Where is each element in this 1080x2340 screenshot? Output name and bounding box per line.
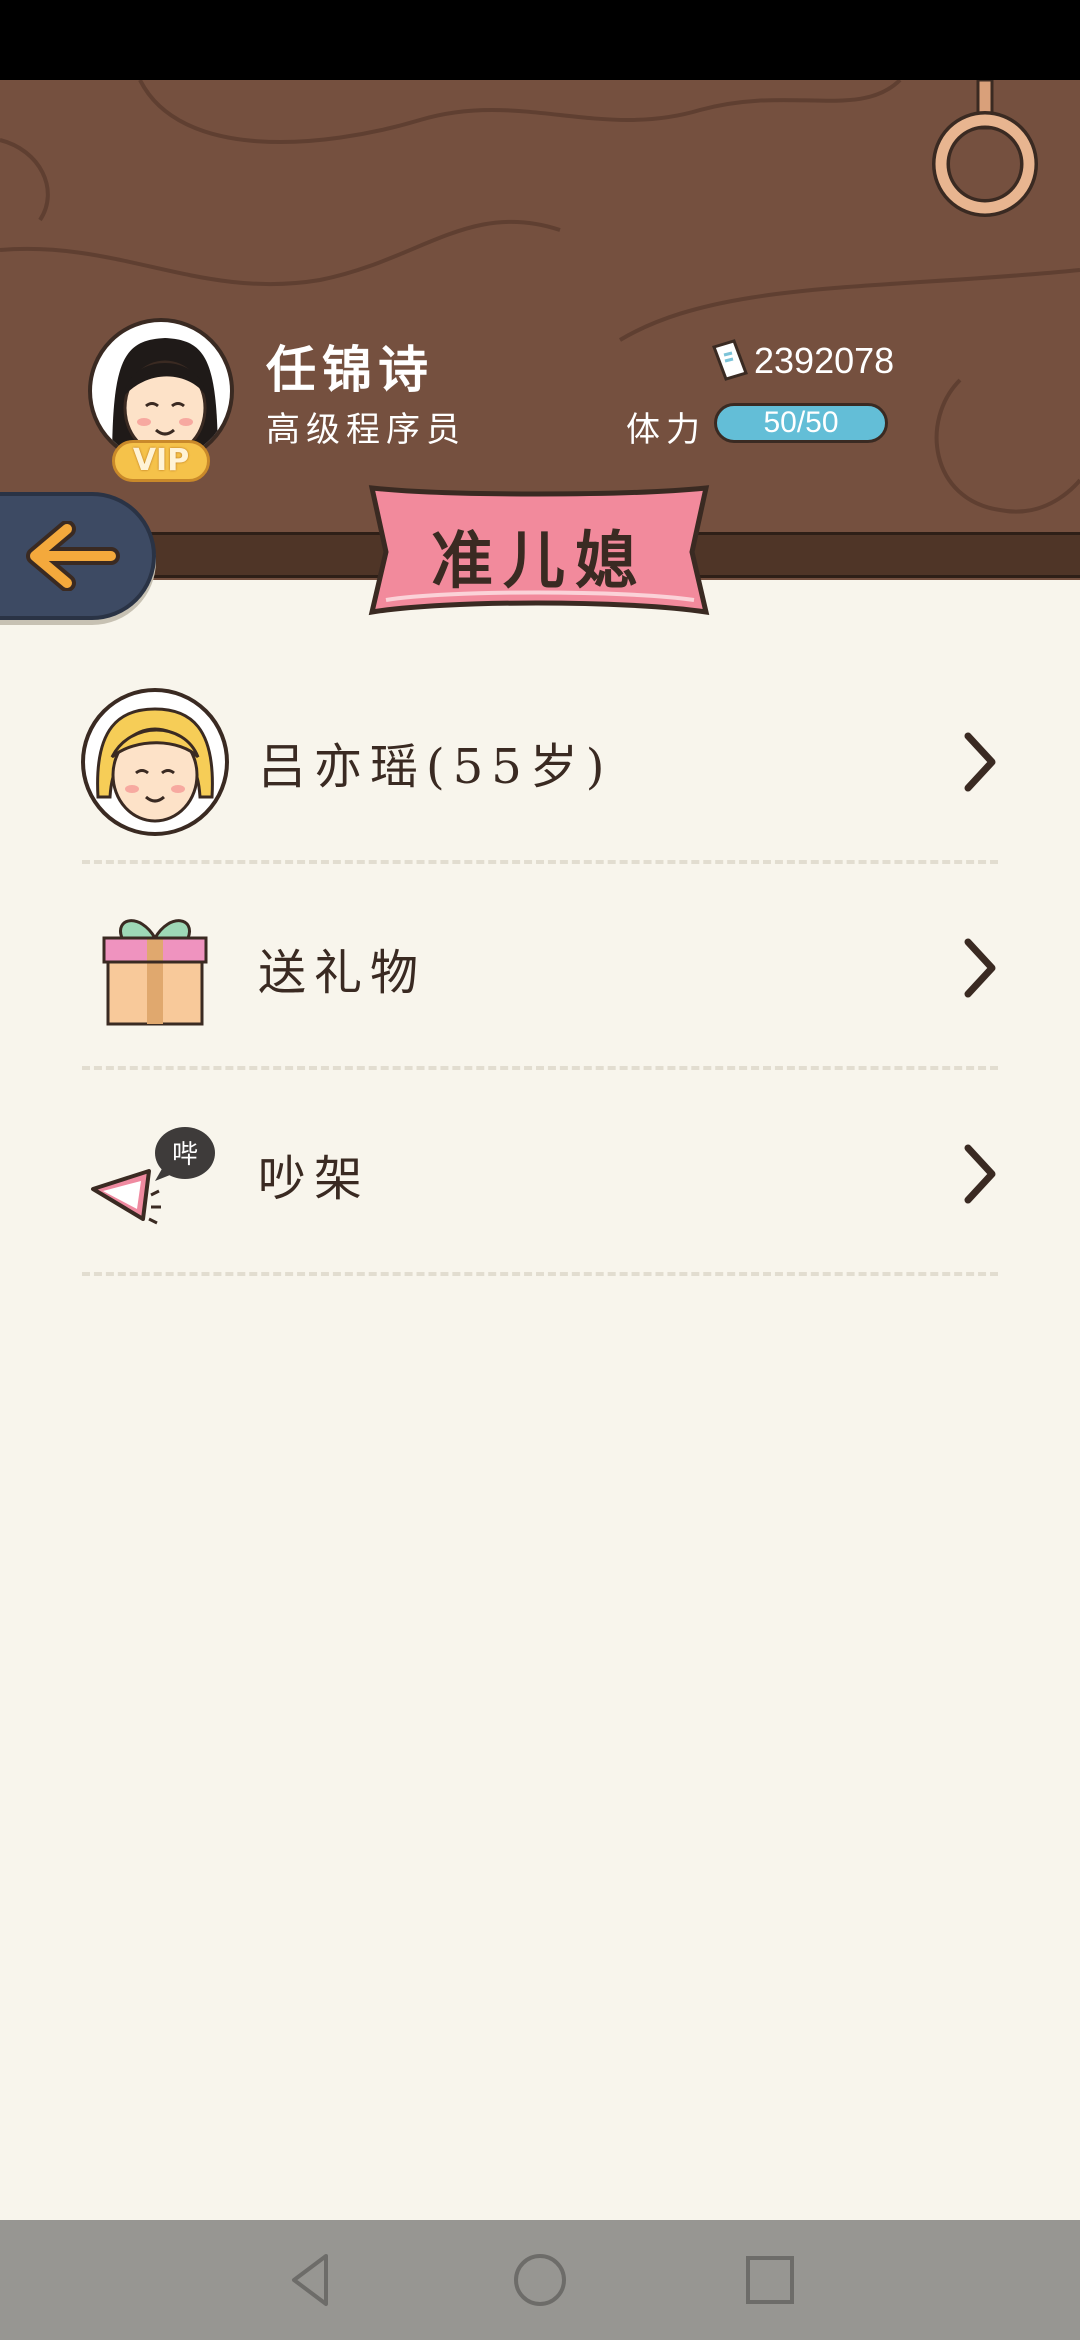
nav-back-icon[interactable] <box>278 2248 342 2312</box>
stamina-label: 体力 <box>626 410 706 450</box>
back-button[interactable] <box>0 492 156 620</box>
svg-text:哔: 哔 <box>172 1140 198 1170</box>
list-item-send-gift[interactable]: 送礼物 <box>80 866 1000 1070</box>
nav-recents-icon[interactable] <box>738 2248 802 2312</box>
hanging-ring-icon[interactable] <box>930 80 1040 230</box>
money-note-icon <box>712 339 748 381</box>
chevron-right-icon <box>964 938 996 998</box>
quarrel-mouth-icon: 哔 <box>80 1099 230 1249</box>
list-item-daughter-in-law[interactable]: 吕亦瑶(55岁) <box>80 660 1000 864</box>
stamina-bar: 50/50 <box>714 403 888 443</box>
list-item-label: 送礼物 <box>258 945 427 1001</box>
divider <box>82 860 998 864</box>
system-nav-bar <box>0 2220 1080 2340</box>
girl-avatar-icon <box>80 687 230 837</box>
back-arrow-icon <box>26 521 120 591</box>
divider <box>82 1066 998 1070</box>
page-title: 准儿媳 <box>430 524 647 597</box>
player-name: 任锦诗 <box>266 340 434 399</box>
list-item-label: 吵架 <box>258 1151 371 1207</box>
chevron-right-icon <box>964 732 996 792</box>
nav-home-icon[interactable] <box>508 2248 572 2312</box>
gift-box-icon <box>80 893 230 1043</box>
money-amount: 2392078 <box>754 340 895 381</box>
status-bar <box>0 0 1080 80</box>
chevron-right-icon <box>964 1144 996 1204</box>
divider <box>82 1272 998 1276</box>
player-job-title: 高级程序员 <box>266 410 466 450</box>
money-display: 2392078 <box>710 338 894 384</box>
list-item-label: 吕亦瑶(55岁) <box>258 739 613 795</box>
vip-badge: VIP <box>112 440 210 482</box>
list-item-quarrel[interactable]: 哔 吵架 <box>80 1072 1000 1276</box>
